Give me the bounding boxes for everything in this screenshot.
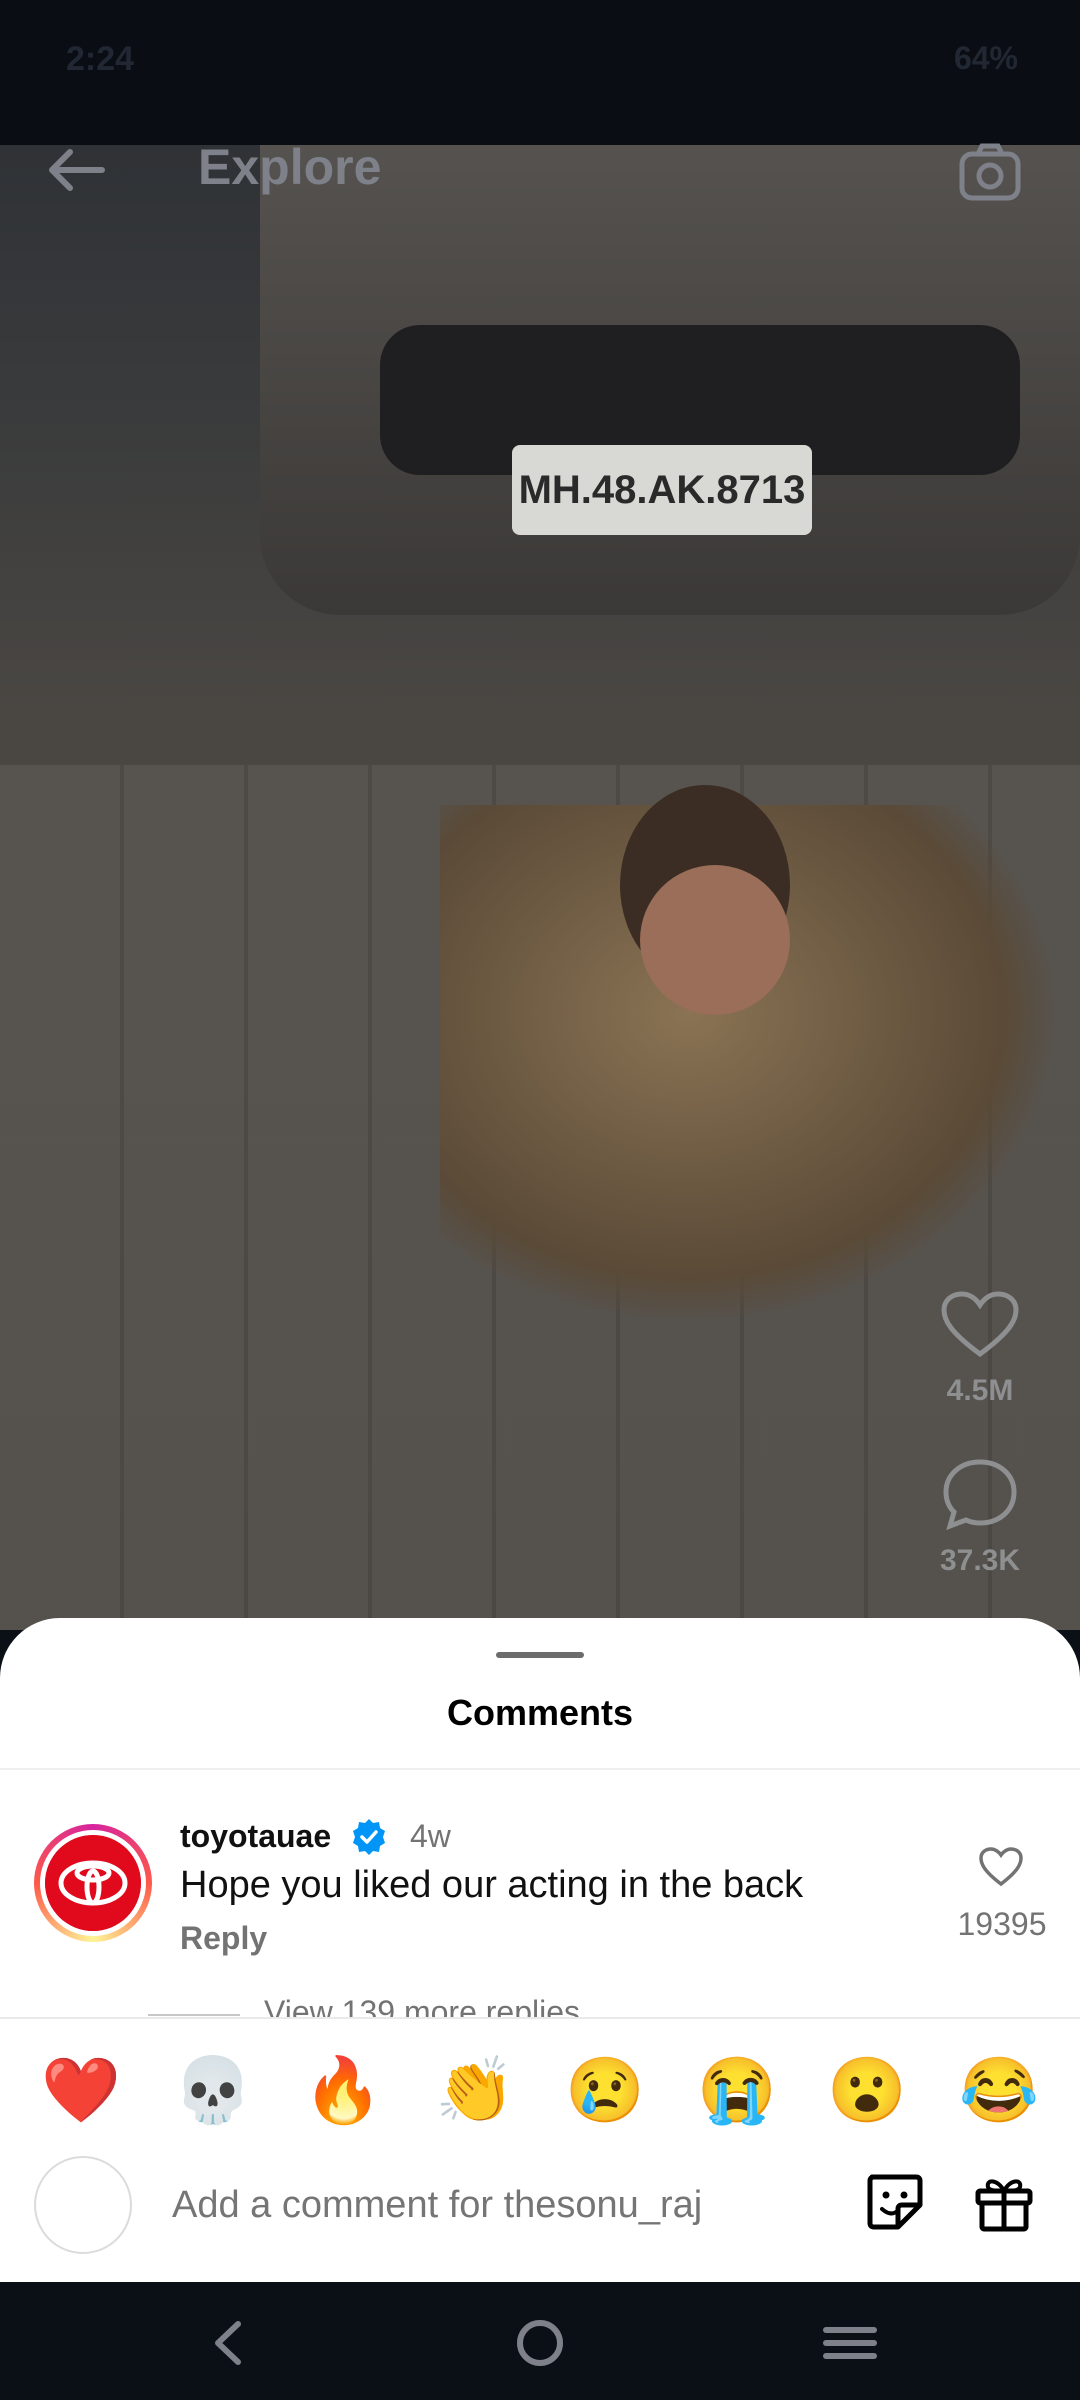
like-action[interactable]: 4.5M bbox=[900, 1290, 1060, 1408]
like-count: 4.5M bbox=[946, 1374, 1014, 1407]
gift-icon[interactable] bbox=[972, 2169, 1036, 2233]
emoji-bar: ❤️ 💀 🔥 👏 😢 😭 😮 😂 bbox=[0, 2045, 1080, 2135]
emoji-crying[interactable]: 😭 bbox=[692, 2045, 782, 2135]
comment-time: 4w bbox=[410, 1818, 451, 1854]
person-face bbox=[640, 865, 790, 1015]
divider bbox=[0, 1768, 1080, 1770]
reply-button[interactable]: Reply bbox=[180, 1920, 267, 1957]
comment-action[interactable]: 37.3K bbox=[900, 1456, 1060, 1578]
arrow-left-icon[interactable] bbox=[40, 145, 110, 195]
emoji-fire[interactable]: 🔥 bbox=[298, 2045, 388, 2135]
sheet-title: Comments bbox=[446, 1692, 634, 1733]
chat-bubble-icon[interactable] bbox=[940, 1456, 1020, 1531]
explore-header: Explore bbox=[0, 0, 1080, 201]
verified-badge-icon bbox=[353, 1819, 385, 1855]
nav-menu-icon[interactable] bbox=[810, 2308, 890, 2378]
reel-actions: 4.5M 37.3K bbox=[900, 1290, 1060, 1626]
drag-handle[interactable] bbox=[496, 1652, 584, 1658]
comment-item: toyotauae 4w Hope you liked our acting i… bbox=[0, 1802, 1080, 1992]
emoji-heart[interactable]: ❤️ bbox=[36, 2045, 126, 2135]
emoji-laughing[interactable]: 😂 bbox=[954, 2045, 1044, 2135]
page-title: Explore bbox=[198, 139, 382, 195]
system-nav-bar bbox=[0, 2282, 1080, 2400]
sticker-icon[interactable] bbox=[862, 2169, 926, 2233]
emoji-sad[interactable]: 😢 bbox=[560, 2045, 650, 2135]
comment-input[interactable] bbox=[170, 2169, 754, 2241]
comment-count: 37.3K bbox=[939, 1544, 1021, 1577]
toyota-logo-icon bbox=[45, 1835, 141, 1931]
camera-icon[interactable] bbox=[958, 142, 1022, 202]
comment-like-count: 19395 bbox=[957, 1906, 1047, 1942]
heart-icon[interactable] bbox=[940, 1290, 1020, 1360]
emoji-clap[interactable]: 👏 bbox=[430, 2045, 520, 2135]
nav-back-icon[interactable] bbox=[190, 2308, 270, 2378]
emoji-surprised[interactable]: 😮 bbox=[822, 2045, 912, 2135]
heart-icon[interactable] bbox=[978, 1846, 1024, 1888]
nav-home-icon[interactable] bbox=[500, 2308, 580, 2378]
avatar[interactable] bbox=[34, 1824, 152, 1942]
comment-username[interactable]: toyotauae bbox=[180, 1818, 331, 1855]
emoji-skull[interactable]: 💀 bbox=[168, 2045, 258, 2135]
comment-text: Hope you liked our acting in the back bbox=[180, 1864, 804, 1906]
user-avatar bbox=[34, 2156, 132, 2254]
comment-composer: ❤️ 💀 🔥 👏 😢 😭 😮 😂 bbox=[0, 2017, 1080, 2284]
license-plate: MH.48.AK.8713 bbox=[512, 445, 812, 535]
